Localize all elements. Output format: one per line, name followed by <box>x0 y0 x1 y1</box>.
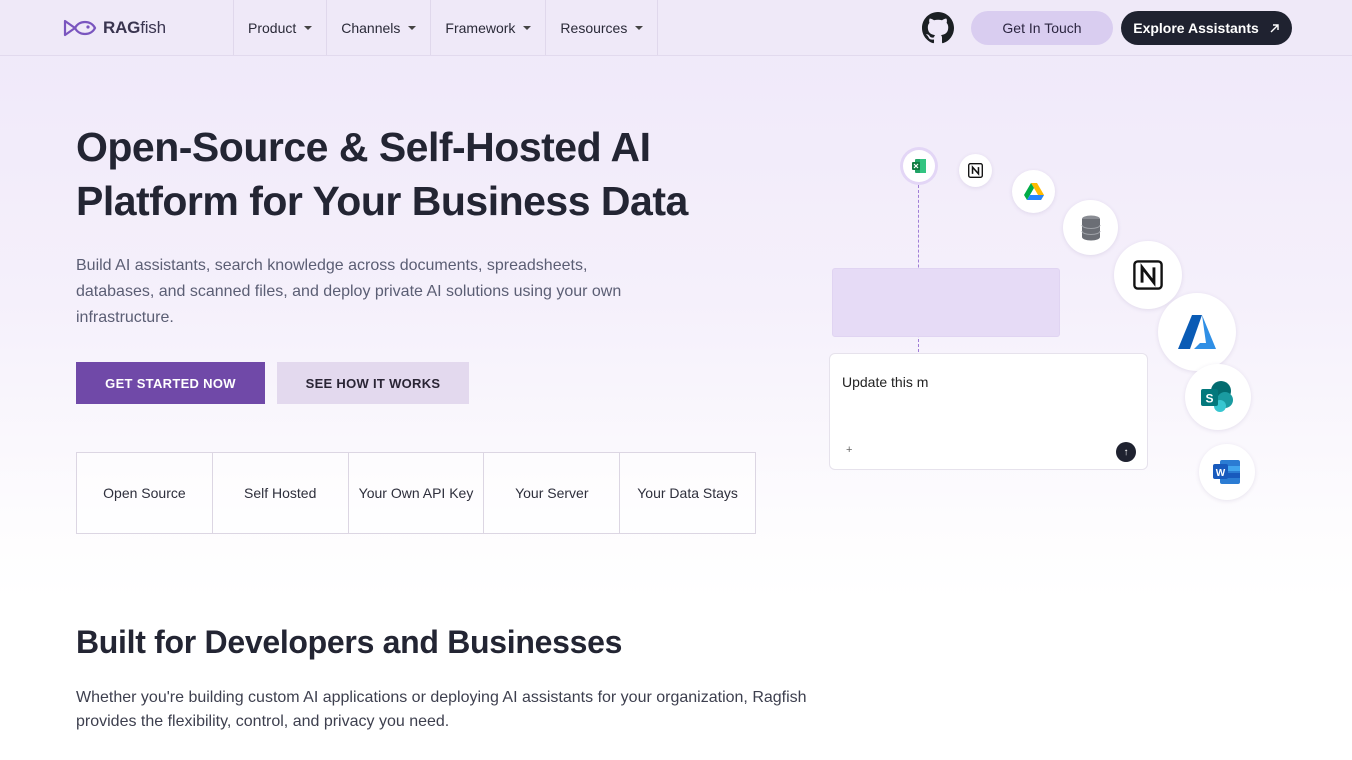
chevron-down-icon <box>304 25 313 30</box>
chevron-down-icon <box>408 25 417 30</box>
plus-icon[interactable]: + <box>846 444 852 456</box>
feature-strip: Open Source Self Hosted Your Own API Key… <box>76 452 756 534</box>
feature-data-stays: Your Data Stays <box>637 485 738 501</box>
github-icon[interactable] <box>922 12 954 44</box>
svg-text:W: W <box>1216 468 1226 479</box>
ragfish-logo[interactable]: RAGfish <box>63 16 166 40</box>
get-started-button[interactable]: GET STARTED NOW <box>76 362 265 404</box>
main-menu: Product Channels Framework Resources <box>233 0 659 55</box>
chat-input-text: Update this m <box>842 374 929 390</box>
notion-icon <box>1114 241 1182 309</box>
notion-icon <box>959 154 992 187</box>
get-in-touch-button[interactable]: Get In Touch <box>971 11 1113 45</box>
menu-product[interactable]: Product <box>233 0 326 55</box>
chat-input-box[interactable]: Update this m + ↑ <box>829 353 1148 470</box>
google-drive-icon <box>1012 170 1055 213</box>
logo-text: RAGfish <box>103 18 166 37</box>
menu-channels[interactable]: Channels <box>326 0 430 55</box>
menu-resources[interactable]: Resources <box>545 0 659 55</box>
arrow-up-right-icon <box>1270 23 1279 32</box>
database-icon <box>1063 200 1118 255</box>
fish-logo-icon <box>63 19 97 37</box>
feature-open-source: Open Source <box>77 453 213 533</box>
feature-self-hosted: Self Hosted <box>213 453 349 533</box>
menu-label: Framework <box>445 19 516 36</box>
feature-own-api-key: Your Own API Key <box>349 453 485 533</box>
menu-framework[interactable]: Framework <box>430 0 545 55</box>
feature-your-server: Your Server <box>484 453 621 533</box>
response-card-placeholder <box>832 268 1060 337</box>
section-subtitle: Whether you're building custom AI applic… <box>76 689 807 730</box>
hero-title: Open-Source & Self-Hosted AI Platform fo… <box>76 124 688 224</box>
sharepoint-icon: S <box>1185 364 1251 430</box>
chevron-down-icon <box>635 25 644 30</box>
top-navbar: RAGfish Product Channels Framework Resou… <box>0 0 1352 56</box>
send-icon[interactable]: ↑ <box>1116 442 1136 462</box>
explore-assistants-button[interactable]: Explore Assistants <box>1121 11 1292 45</box>
section-title: Built for Developers and Businesses <box>76 624 623 660</box>
explore-label: Explore Assistants <box>1133 20 1259 36</box>
excel-icon <box>903 150 935 182</box>
svg-text:S: S <box>1205 392 1213 406</box>
see-how-it-works-button[interactable]: SEE HOW IT WORKS <box>277 362 469 404</box>
azure-icon <box>1158 293 1236 371</box>
word-icon: W <box>1199 444 1255 500</box>
chevron-down-icon <box>523 25 532 30</box>
menu-label: Resources <box>560 19 628 36</box>
hero-subtitle: Build AI assistants, search knowledge ac… <box>76 257 622 326</box>
menu-label: Product <box>248 19 297 36</box>
menu-label: Channels <box>341 19 401 36</box>
